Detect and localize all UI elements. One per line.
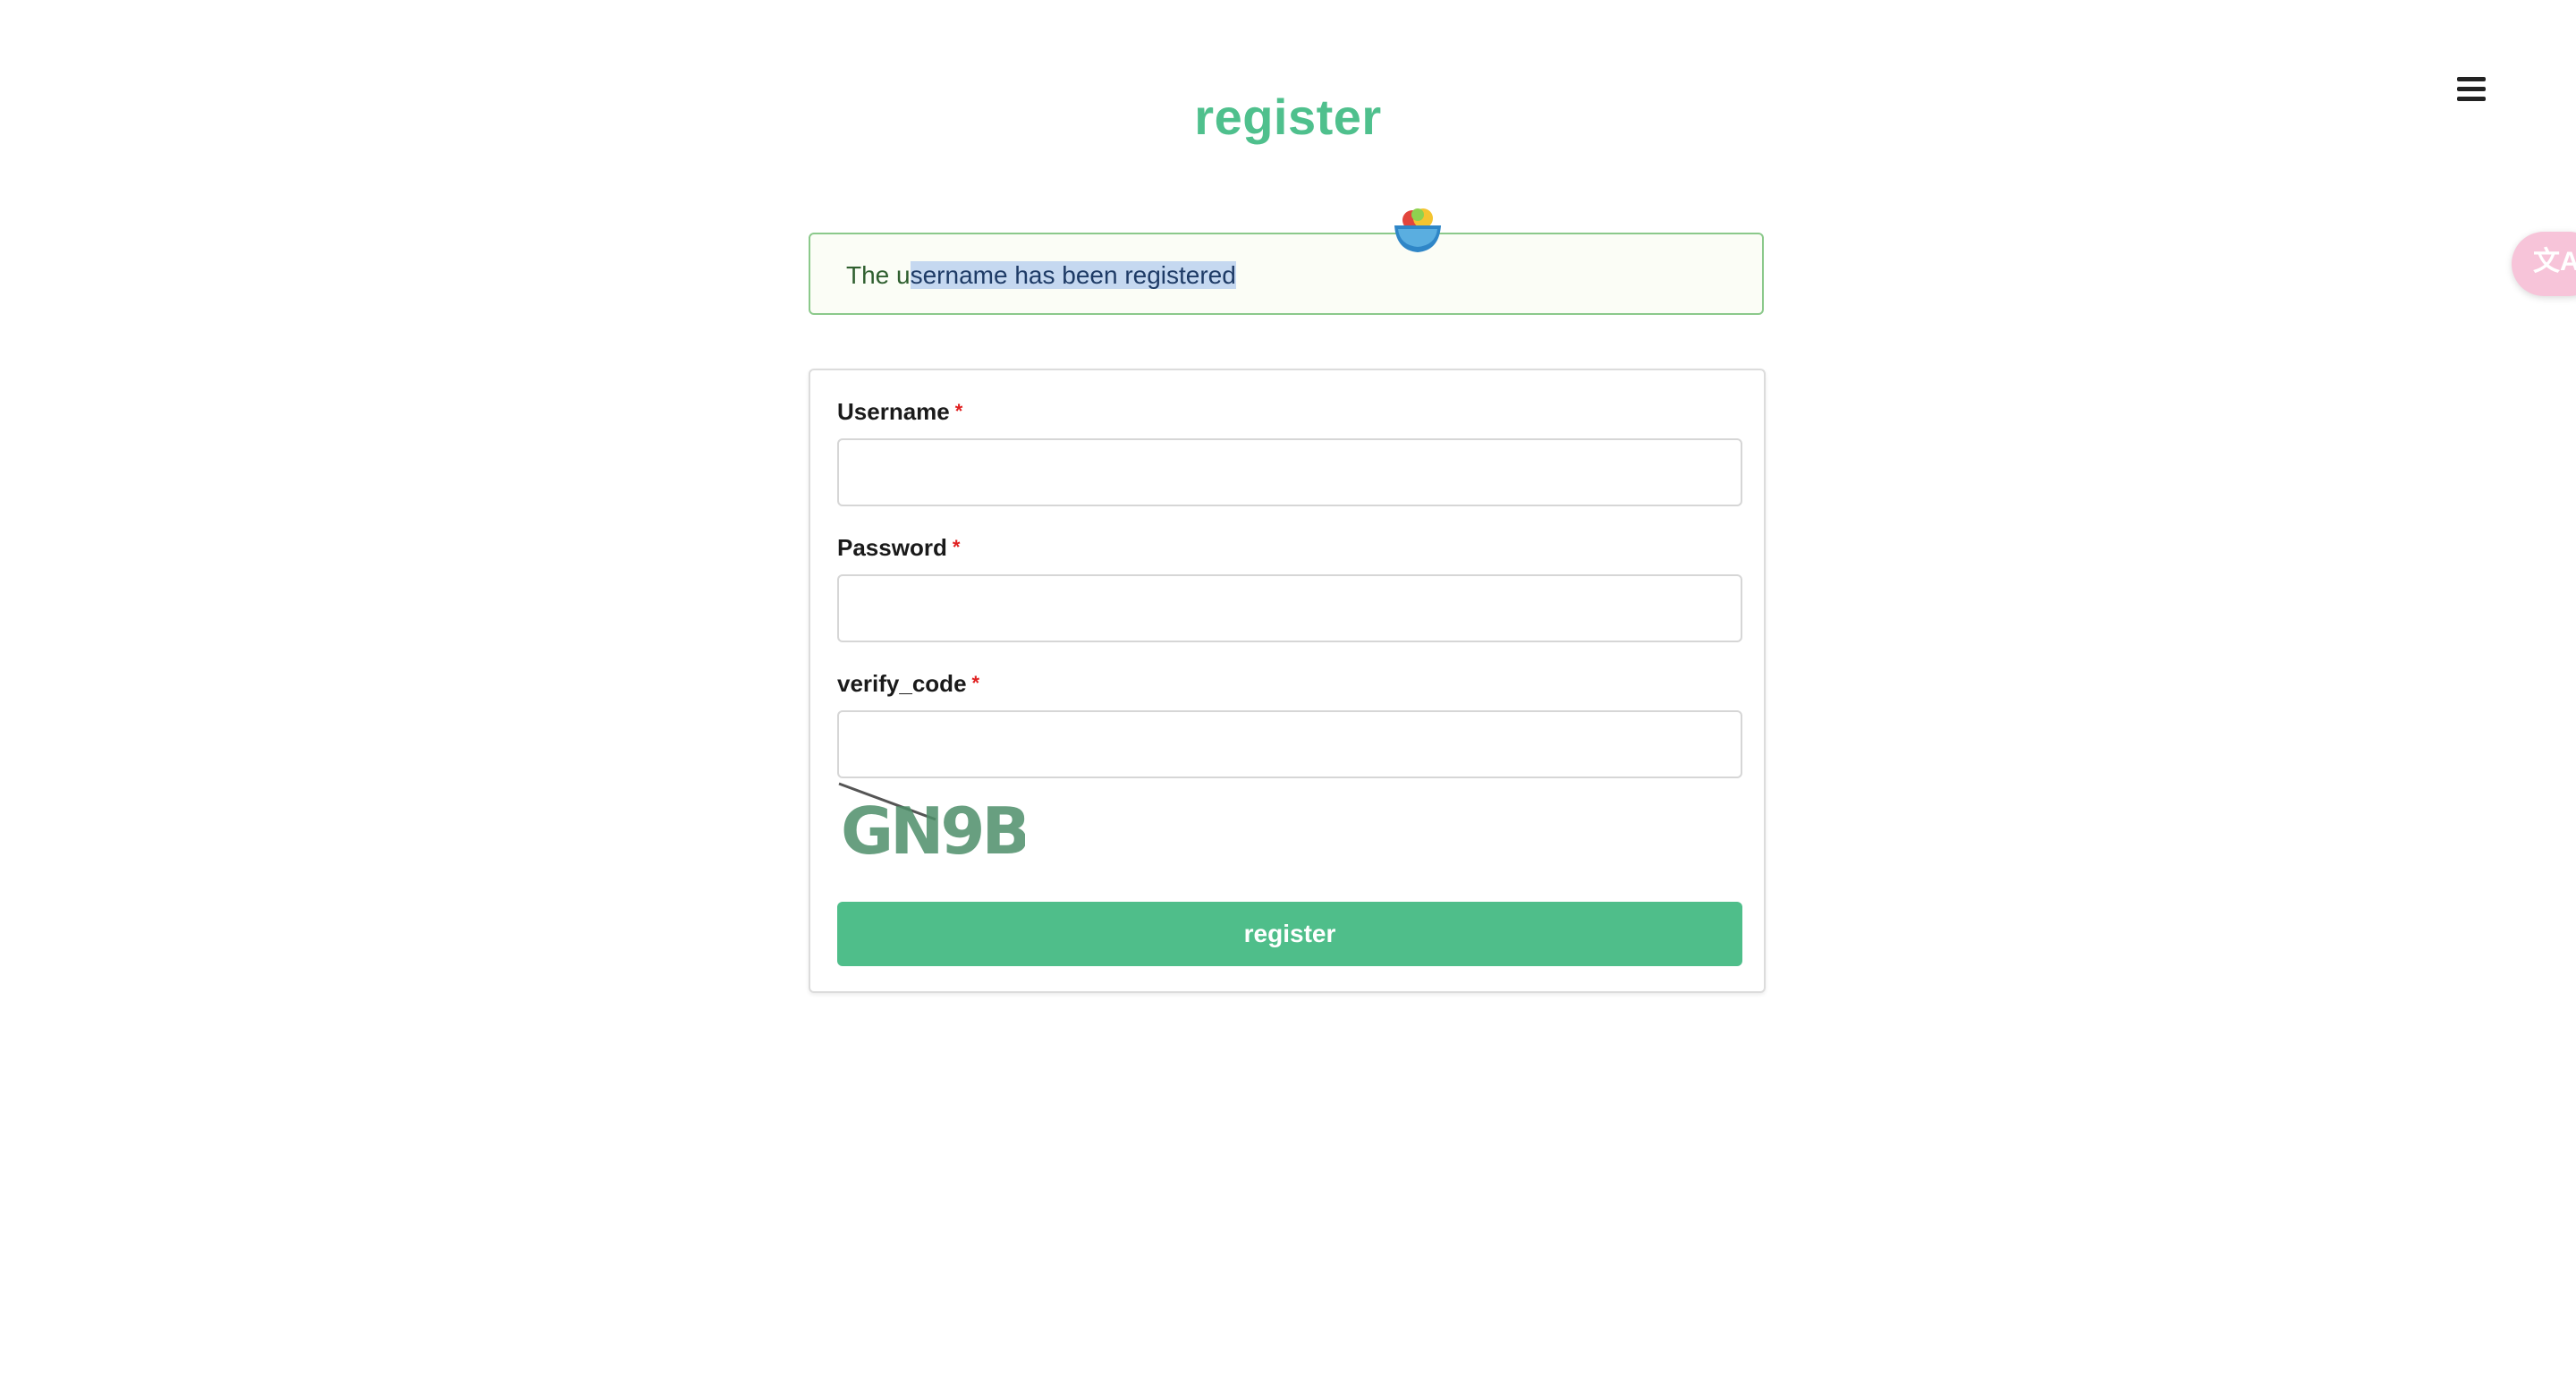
password-label: Password *	[837, 534, 961, 561]
username-label: Username *	[837, 398, 963, 425]
alert-text-selected: sername has been registered	[910, 261, 1236, 289]
register-form: Username * Password * verify_code * GN9B re…	[809, 369, 1766, 993]
required-mark: *	[954, 400, 963, 422]
hamburger-menu-icon	[2454, 77, 2488, 101]
alert-text: The username has been registered	[846, 259, 1236, 292]
captcha-text: GN9B	[841, 794, 1025, 862]
username-input[interactable]	[837, 438, 1742, 506]
alert-message: The username has been registered	[809, 233, 1764, 315]
alert-text-plain: The u	[846, 261, 911, 289]
menu-button[interactable]	[2454, 77, 2488, 106]
password-input[interactable]	[837, 574, 1742, 642]
page-title: register	[1194, 89, 1382, 145]
register-page: register 文A The username has been regist…	[0, 0, 2576, 1392]
verify-code-label: verify_code *	[837, 670, 980, 697]
fruit-bowl-icon[interactable]	[1391, 204, 1445, 258]
translate-widget[interactable]: 文A	[2512, 232, 2576, 296]
required-mark: *	[952, 536, 961, 558]
translate-icon: 文A	[2533, 247, 2576, 276]
required-mark: *	[971, 672, 980, 694]
verify-code-input[interactable]	[837, 710, 1742, 778]
register-button[interactable]: register	[837, 902, 1742, 966]
captcha-image[interactable]: GN9B	[837, 782, 1030, 869]
